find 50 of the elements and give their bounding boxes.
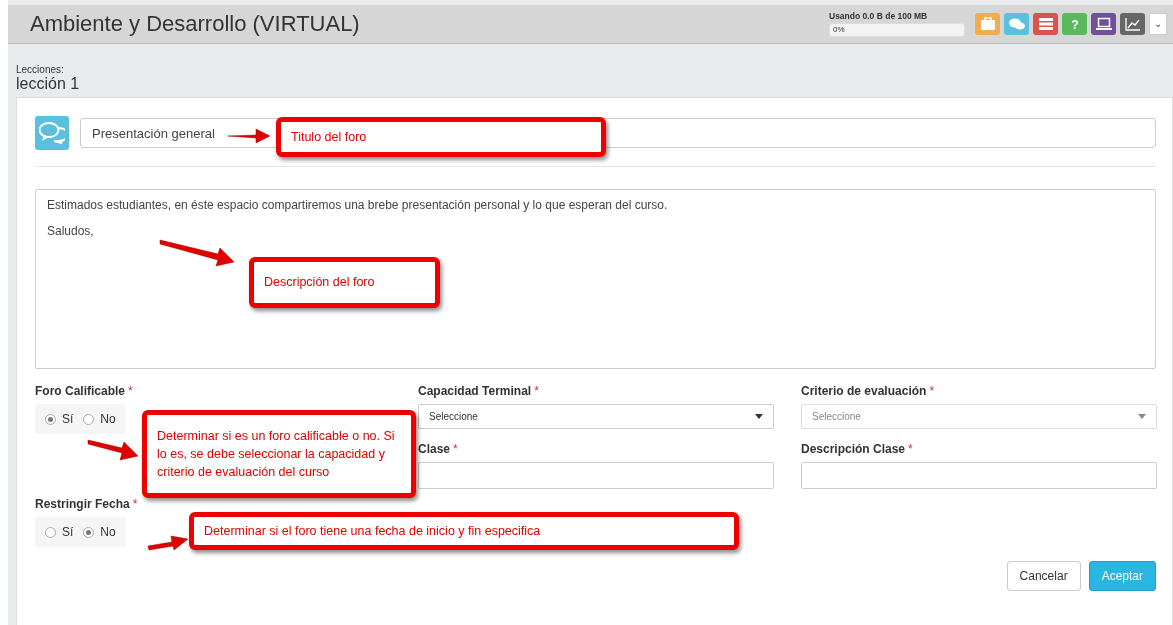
chat-bubbles-icon xyxy=(1008,17,1025,31)
storage-usage-label: Usando 0.0 B de 100 MB xyxy=(829,11,929,21)
briefcase-icon xyxy=(979,17,996,31)
radio-option[interactable]: No xyxy=(83,412,116,426)
field-label: Clase xyxy=(418,442,451,456)
radio-button[interactable] xyxy=(45,413,56,425)
field-label: Capacidad Terminal xyxy=(418,384,532,398)
radio-button[interactable] xyxy=(83,526,95,538)
lesson-name: lección 1 xyxy=(16,75,81,93)
line-chart-icon xyxy=(1124,17,1141,31)
dropdown-button[interactable]: ⌄ xyxy=(1149,13,1167,35)
annotation-arrow xyxy=(226,126,272,146)
storage-percent: 0% xyxy=(833,24,845,36)
radio-option[interactable]: Sí xyxy=(45,412,74,426)
field-label: Restringir Fecha xyxy=(35,497,130,511)
radio-option[interactable]: No xyxy=(83,525,116,539)
required-asterisk: * xyxy=(128,384,133,398)
text-field[interactable] xyxy=(418,462,774,489)
required-asterisk: * xyxy=(929,384,935,398)
radio-option[interactable]: Sí xyxy=(45,525,74,539)
caret-icon xyxy=(755,414,763,419)
field-label: Descripción Clase xyxy=(801,442,906,456)
dropdown-field[interactable]: Seleccione xyxy=(418,404,774,429)
lessons-label: Lecciones: xyxy=(16,64,65,75)
briefcase-button[interactable] xyxy=(975,13,1000,35)
list-button[interactable] xyxy=(1033,13,1058,35)
caret-icon xyxy=(1138,414,1146,419)
radio-button[interactable] xyxy=(83,413,95,425)
required-asterisk: * xyxy=(534,384,539,398)
field-label: Criterio de evaluación xyxy=(801,384,927,398)
laptop-icon xyxy=(1095,17,1112,31)
description-paragraph: Estimados estudiantes, en éste espacio compartiremos una brebe presentación personal y lo que esperan del curso. xyxy=(47,198,669,212)
laptop-button[interactable] xyxy=(1091,13,1116,35)
radio-button[interactable] xyxy=(45,526,56,538)
course-title: Ambiente y Desarrollo (VIRTUAL) xyxy=(30,11,361,37)
description-paragraph: Saludos, xyxy=(47,224,95,238)
chart-button[interactable] xyxy=(1120,13,1145,35)
list-icon xyxy=(1037,17,1054,31)
annotation-callout: Descripción del foro xyxy=(249,257,440,308)
text-field[interactable] xyxy=(801,462,1157,489)
annotation-callout: Titulo del foro xyxy=(276,117,606,157)
required-asterisk: * xyxy=(132,497,138,511)
required-asterisk: * xyxy=(453,442,458,456)
cancel-button[interactable]: Cancelar xyxy=(1006,561,1081,591)
chat-button[interactable] xyxy=(1004,13,1029,35)
annotation-callout: Determinar si el foro tiene una fecha de inicio y fin especifica xyxy=(189,512,739,550)
field-label: Foro Calificable xyxy=(35,384,126,398)
required-asterisk: * xyxy=(908,442,913,456)
forum-icon xyxy=(35,116,69,150)
annotation-callout: Determinar si es un foro calificable o no. Si lo es, se debe seleccionar la capacidad y criterio de evaluación del curso xyxy=(142,410,416,498)
